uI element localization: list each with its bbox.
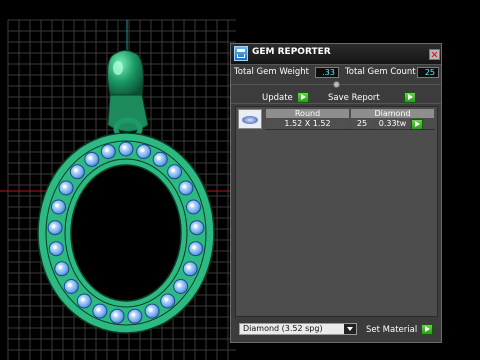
gem-highlight [140,148,145,153]
gem-highlight [190,203,194,208]
gem-stone [144,303,160,319]
chevron-down-icon[interactable] [344,324,356,334]
close-icon[interactable] [429,49,440,60]
set-material-label: Set Material [366,325,418,335]
gem-highlight [104,148,109,153]
gem-stone [188,241,204,257]
gem-stone [48,241,64,257]
gem-highlight [186,265,191,270]
gem-highlight [148,307,153,312]
gem-reporter-panel: GEM REPORTER Total Gem Weight .33 Total … [230,43,442,343]
gem-highlight [52,245,57,250]
gem-highlight [131,312,136,317]
gem-size-cell: 1.52 X 1.52 [266,119,349,129]
round-gem-icon [238,109,262,129]
gem-stone [182,261,198,277]
gem-stone [136,144,152,160]
gem-stone [189,220,205,236]
save-report-label: Save Report [328,93,380,103]
total-gem-count-label: Total Gem Count [345,67,416,77]
column-header-shape: Round [266,109,349,118]
gem-highlight [113,312,118,317]
set-material-button[interactable] [421,324,433,335]
gem-highlight [192,245,197,250]
gem-highlight [62,184,67,189]
gem-highlight [58,265,63,270]
gem-highlight [177,283,182,287]
gem-stone [152,151,168,167]
gem-stone [173,279,189,294]
gem-stone [100,144,116,160]
row-divider [265,129,435,130]
total-gem-count-value: 25 [417,67,439,78]
gem-stone [51,199,66,215]
gem-stone [178,180,194,196]
gem-highlight [96,307,101,312]
gem-highlight [55,203,59,208]
panel-titlebar[interactable]: GEM REPORTER [231,44,441,65]
update-label: Update [262,93,293,103]
gem-stone [47,220,63,236]
gem-highlight [51,224,56,229]
gem-highlight [80,297,85,302]
gem-stone [160,293,176,309]
gem-highlight [122,145,127,150]
material-dropdown-value: Diamond (3.52 spg) [243,324,323,333]
divider [231,103,441,104]
panel-title: GEM REPORTER [252,47,331,57]
material-dropdown[interactable]: Diamond (3.52 spg) [239,323,357,335]
gem-stone [69,164,85,180]
gem-highlight [193,224,198,229]
gem-list[interactable]: Round Diamond 1.52 X 1.52 25 0.33tw [235,106,438,317]
gem-highlight [156,155,161,160]
gem-stone [186,199,201,215]
gem-stone [127,308,143,324]
pendant-bail [107,50,144,96]
gem-highlight [171,168,176,173]
gem-stone [63,279,79,294]
gem-count-cell: 25 [351,119,373,129]
gem-stone [84,151,100,167]
slider-handle[interactable] [332,81,340,88]
gem-highlight [182,184,187,189]
column-header-material: Diamond [351,109,434,118]
gem-stone [167,164,183,180]
gem-highlight [73,168,78,173]
gem-reporter-icon [234,46,248,61]
total-gem-weight-label: Total Gem Weight [234,67,309,77]
gem-highlight [67,283,72,287]
gem-stone [54,261,70,277]
gem-stone [92,303,108,319]
gem-stone [58,180,74,196]
total-gem-weight-value: .33 [315,67,339,78]
update-button[interactable] [297,92,309,103]
gem-stone [109,308,125,324]
pendant-model [37,50,215,334]
gem-highlight [88,155,93,160]
gem-stone [76,293,92,309]
gem-stone [118,141,134,157]
save-report-button[interactable] [404,92,416,103]
gem-highlight [164,297,169,302]
gem-weight-cell: 0.33tw [375,119,410,129]
